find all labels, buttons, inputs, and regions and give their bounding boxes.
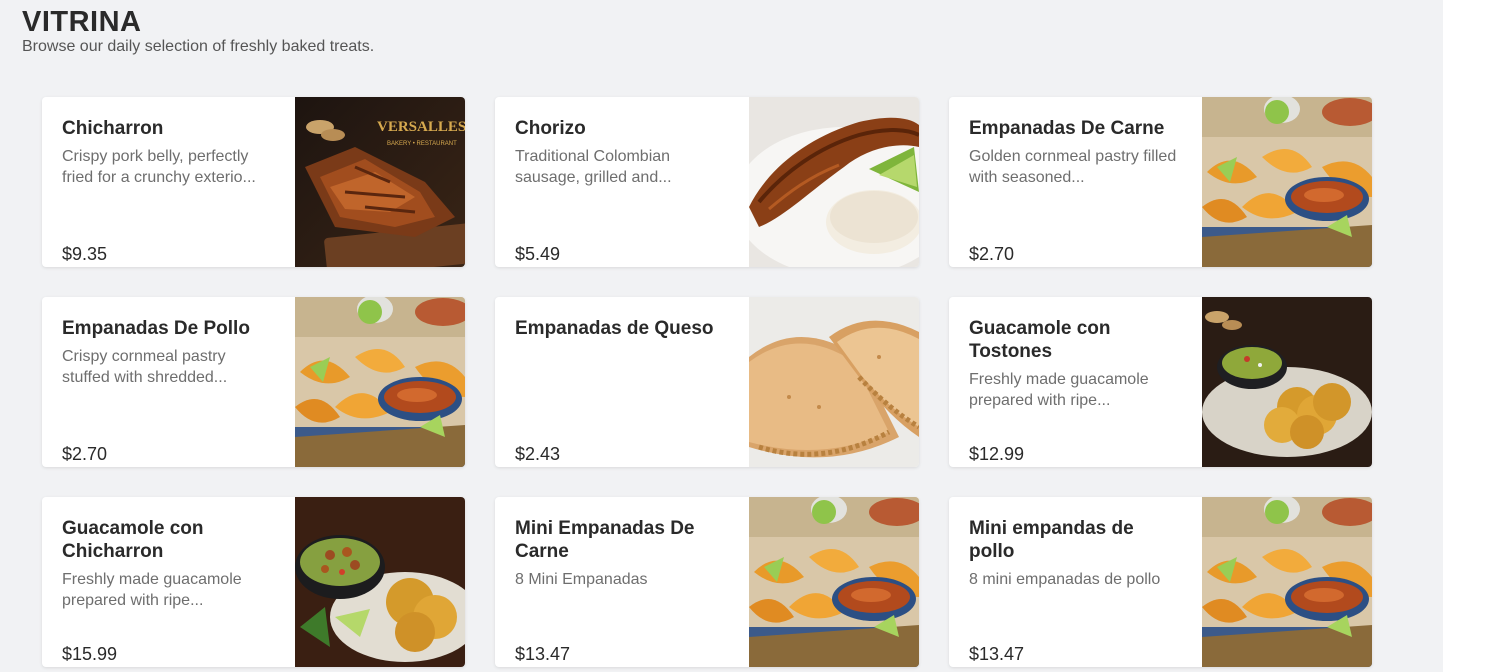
product-description: Freshly made guacamole prepared with rip… bbox=[969, 371, 1149, 409]
product-description: Golden cornmeal pastry filled with seaso… bbox=[969, 148, 1177, 186]
guacamole-chicharron-photo bbox=[295, 497, 465, 667]
empanadas-basket-photo bbox=[295, 297, 465, 467]
product-price: $2.70 bbox=[969, 244, 1015, 264]
product-price: $5.49 bbox=[515, 244, 561, 264]
product-image bbox=[749, 497, 919, 667]
product-name: Empanadas de Queso bbox=[515, 318, 714, 339]
chorizo-photo bbox=[749, 97, 919, 267]
chicharron-photo: VERSALLES BAKERY • RESTAURANT bbox=[295, 97, 465, 267]
logo-subtext: BAKERY • RESTAURANT bbox=[387, 141, 457, 147]
empanadas-basket-photo bbox=[1202, 97, 1372, 267]
product-card[interactable]: Chicharron Crispy pork belly, perfectly … bbox=[42, 97, 465, 267]
product-description: Crispy cornmeal pastry stuffed with shre… bbox=[62, 348, 228, 386]
page-gutter bbox=[1443, 0, 1507, 672]
product-image bbox=[295, 497, 465, 667]
product-image: VERSALLES BAKERY • RESTAURANT bbox=[295, 97, 465, 267]
product-card[interactable]: Empanadas De Carne Golden cornmeal pastr… bbox=[949, 97, 1372, 267]
product-price: $2.43 bbox=[515, 444, 561, 464]
empanadas-basket-photo bbox=[1202, 497, 1372, 667]
product-name: Mini empandas de pollo bbox=[969, 518, 1134, 562]
card-body: Empanadas de Queso $2.43 bbox=[515, 317, 730, 464]
card-body: Guacamole con Chicharron Freshly made gu… bbox=[62, 517, 277, 664]
product-price: $12.99 bbox=[969, 444, 1025, 464]
product-card[interactable]: Empanadas De Pollo Crispy cornmeal pastr… bbox=[42, 297, 465, 467]
product-name: Guacamole con Tostones bbox=[969, 318, 1111, 362]
product-description: Freshly made guacamole prepared with rip… bbox=[62, 571, 242, 609]
product-image bbox=[749, 297, 919, 467]
page-title: VITRINA bbox=[22, 6, 142, 38]
cheese-empanadas-photo bbox=[749, 297, 919, 467]
product-card[interactable]: Empanadas de Queso $2.43 bbox=[495, 297, 919, 467]
product-name: Guacamole con Chicharron bbox=[62, 518, 204, 562]
product-card[interactable]: Mini Empanadas De Carne 8 Mini Empanadas… bbox=[495, 497, 919, 667]
product-image bbox=[1202, 497, 1372, 667]
product-price: $2.70 bbox=[62, 444, 108, 464]
product-price: $15.99 bbox=[62, 644, 118, 664]
product-image bbox=[1202, 97, 1372, 267]
product-image bbox=[295, 297, 465, 467]
product-card[interactable]: Chorizo Traditional Colombian sausage, g… bbox=[495, 97, 919, 267]
main-content: VITRINA Browse our daily selection of fr… bbox=[0, 0, 1443, 672]
card-body: Empanadas De Carne Golden cornmeal pastr… bbox=[969, 117, 1184, 264]
card-body: Guacamole con Tostones Freshly made guac… bbox=[969, 317, 1184, 464]
card-body: Mini Empanadas De Carne 8 Mini Empanadas… bbox=[515, 517, 730, 664]
product-description: 8 Mini Empanadas bbox=[515, 571, 648, 588]
product-image bbox=[749, 97, 919, 267]
product-image bbox=[1202, 297, 1372, 467]
card-body: Empanadas De Pollo Crispy cornmeal pastr… bbox=[62, 317, 277, 464]
product-price: $13.47 bbox=[969, 644, 1025, 664]
product-card[interactable]: Mini empandas de pollo 8 mini empanadas … bbox=[949, 497, 1372, 667]
product-price: $13.47 bbox=[515, 644, 571, 664]
empanadas-basket-photo bbox=[749, 497, 919, 667]
product-card[interactable]: Guacamole con Tostones Freshly made guac… bbox=[949, 297, 1372, 467]
guacamole-tostones-photo bbox=[1202, 297, 1372, 467]
product-description: 8 mini empanadas de pollo bbox=[969, 571, 1161, 588]
card-body: Mini empandas de pollo 8 mini empanadas … bbox=[969, 517, 1184, 664]
product-description: Traditional Colombian sausage, grilled a… bbox=[515, 148, 672, 186]
product-name: Mini Empanadas De Carne bbox=[515, 518, 695, 562]
product-price: $9.35 bbox=[62, 244, 108, 264]
page-subtitle: Browse our daily selection of freshly ba… bbox=[22, 38, 375, 55]
product-name: Empanadas De Pollo bbox=[62, 318, 250, 339]
logo-text: VERSALLES bbox=[377, 119, 465, 135]
product-name: Chorizo bbox=[515, 118, 586, 139]
product-card[interactable]: Guacamole con Chicharron Freshly made gu… bbox=[42, 497, 465, 667]
card-body: Chorizo Traditional Colombian sausage, g… bbox=[515, 117, 730, 264]
card-body: Chicharron Crispy pork belly, perfectly … bbox=[62, 117, 277, 264]
product-name: Chicharron bbox=[62, 118, 164, 139]
product-description: Crispy pork belly, perfectly fried for a… bbox=[62, 148, 256, 186]
product-grid: Chicharron Crispy pork belly, perfectly … bbox=[42, 97, 1372, 667]
product-name: Empanadas De Carne bbox=[969, 118, 1165, 139]
